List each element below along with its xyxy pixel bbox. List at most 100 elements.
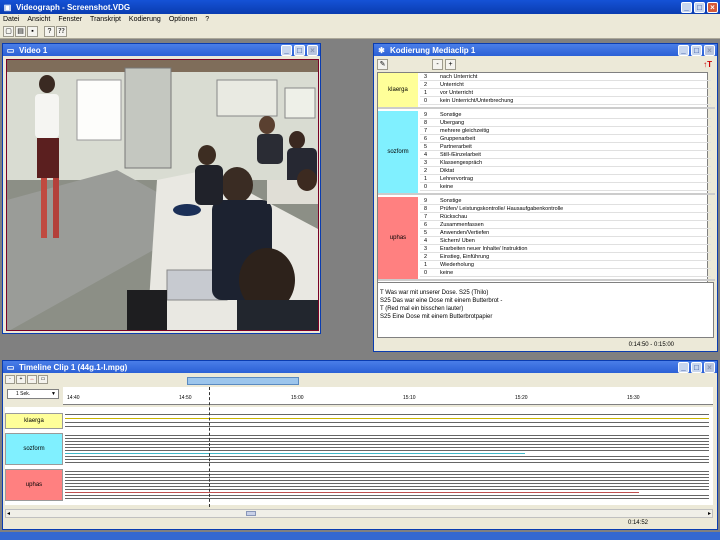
category-label[interactable]: klaerga [378, 73, 418, 107]
timeline-maximize-button[interactable]: □ [691, 361, 702, 373]
whiteboard [76, 79, 122, 141]
teacher-figure [35, 94, 59, 138]
maximize-button[interactable]: □ [694, 1, 705, 13]
zoom-out-button[interactable]: - [5, 375, 15, 384]
code-row[interactable]: 7 Rückschau [420, 213, 711, 221]
category-label[interactable]: sozform [378, 111, 418, 193]
video-window-title: Video 1 [19, 45, 48, 55]
transcript-tool-icon[interactable]: ↑T [703, 60, 714, 69]
code-row[interactable]: 2 Unterricht [420, 81, 711, 89]
code-row[interactable]: 6 Zusammenfassen [420, 221, 711, 229]
video-minimize-button[interactable]: _ [281, 44, 292, 56]
menu-fenster[interactable]: Fenster [58, 16, 82, 23]
tick-label: 14:40 [67, 395, 80, 401]
menu-help[interactable]: ? [205, 16, 209, 23]
category-klaerga: klaerga 3 nach Unterricht 2 Unterricht 1 vo… [378, 73, 715, 109]
door [124, 67, 172, 169]
playhead-cursor[interactable] [209, 387, 210, 507]
coding-window-title: Kodierung Mediaclip 1 [390, 45, 476, 55]
transcript-panel[interactable]: T Was war mit unserer Dose. S25 (Thilo) … [377, 282, 714, 338]
open-folder-icon[interactable]: ▤ [15, 26, 26, 37]
zoom-in-button[interactable]: + [16, 375, 26, 384]
code-row[interactable]: 0 kein Unterricht/Unterbrechung [420, 97, 711, 105]
minimize-button[interactable]: _ [681, 1, 692, 13]
timeline-window-title-bar[interactable]: ▭ Timeline Clip 1 (44g.1-l.mpg) _ □ × [3, 361, 717, 373]
tick-label: 15:10 [403, 395, 416, 401]
code-row[interactable]: 2 Diktat [420, 167, 711, 175]
classroom-video-image [7, 60, 318, 330]
context-help-icon[interactable]: ⁇ [56, 26, 67, 37]
track-label-klaerga[interactable]: klaerga [5, 413, 63, 429]
help-icon[interactable]: ? [44, 26, 55, 37]
code-row[interactable]: 1 vor Unterricht [420, 89, 711, 97]
menu-transkript[interactable]: Transkript [90, 16, 121, 23]
timeline-controls: - + ↔ ▭ [5, 375, 65, 385]
coding-window-title-bar[interactable]: ✱ Kodierung Mediaclip 1 _ □ × [374, 44, 717, 56]
timeline-tracks[interactable]: klaerga sozform uphas [5, 407, 713, 505]
code-row[interactable]: 5 Partnerarbeit [420, 143, 711, 151]
close-button[interactable]: × [707, 1, 718, 13]
code-row[interactable]: 3 Klassengespräch [420, 159, 711, 167]
tick-label: 15:20 [515, 395, 528, 401]
taskbar [0, 532, 720, 540]
tick-label: 14:50 [179, 395, 192, 401]
remove-code-button[interactable]: - [432, 58, 443, 70]
new-file-icon[interactable]: ▢ [3, 26, 14, 37]
coding-minimize-button[interactable]: _ [678, 44, 689, 56]
code-row[interactable]: 3 nach Unterricht [420, 73, 711, 81]
code-row[interactable]: 9 Sonstige [420, 111, 711, 119]
save-icon[interactable]: ▪ [27, 26, 38, 37]
code-row[interactable]: 7 mehrere gleichzeitig [420, 127, 711, 135]
category-sozform: sozform 9 Sonstige 8 Übergang 7 mehrere gle… [378, 111, 715, 195]
menu-kodierung[interactable]: Kodierung [129, 16, 161, 23]
timeline-scale-select[interactable]: 1 Sek. ▼ [7, 389, 59, 399]
coding-toolbar: ✎ - + ↑T [377, 58, 714, 70]
track-label-sozform[interactable]: sozform [5, 433, 63, 465]
timeline-close-button[interactable]: × [704, 361, 715, 373]
scroll-thumb[interactable] [246, 511, 256, 516]
menu-optionen[interactable]: Optionen [169, 16, 197, 23]
play-range-icon[interactable]: ↔ [27, 375, 37, 384]
code-row[interactable]: 0 keine [420, 183, 711, 191]
add-code-button[interactable]: + [445, 58, 456, 70]
coding-maximize-button[interactable]: □ [691, 44, 702, 56]
app-title-bar[interactable]: ▣ Videograph - Screenshot.VDG _ □ × [0, 0, 720, 14]
code-row[interactable]: 3 Erarbeiten neuer Inhalte/ Instruktion [420, 245, 711, 253]
timeline-horizontal-scrollbar[interactable]: ◂ ▸ [5, 509, 713, 518]
code-row[interactable]: 6 Gruppenarbeit [420, 135, 711, 143]
code-row[interactable]: 8 Übergang [420, 119, 711, 127]
coding-window: ✱ Kodierung Mediaclip 1 _ □ × ✎ - + ↑T k… [373, 43, 718, 352]
fit-view-icon[interactable]: ▭ [38, 375, 48, 384]
app-title: Videograph - Screenshot.VDG [16, 2, 131, 12]
timeline-current-time: 0:14:52 [627, 520, 648, 526]
coding-time-range: 0:14:50 - 0:15:00 [628, 342, 674, 348]
scroll-right-icon[interactable]: ▸ [708, 510, 711, 517]
code-row[interactable]: 5 Anwenden/Vertiefen [420, 229, 711, 237]
code-row[interactable]: 4 Sichern/ Üben [420, 237, 711, 245]
code-row[interactable]: 9 Sonstige [420, 197, 711, 205]
dropdown-arrow-icon: ▼ [51, 391, 56, 397]
video-maximize-button[interactable]: □ [294, 44, 305, 56]
pencil-icon[interactable]: ✎ [377, 58, 388, 70]
code-row[interactable]: 2 Einstieg, Einführung [420, 253, 711, 261]
coding-close-button[interactable]: × [704, 44, 715, 56]
video-frame[interactable] [6, 59, 319, 331]
timeline-range-selector[interactable] [187, 377, 299, 385]
timeline-minimize-button[interactable]: _ [678, 361, 689, 373]
video-window-title-bar[interactable]: ▭ Video 1 _ □ × [3, 44, 320, 56]
code-row[interactable]: 8 Prüfen/ Leistungskontrolle/ Hausaufgabe… [420, 205, 711, 213]
tick-label: 15:00 [291, 395, 304, 401]
scroll-left-icon[interactable]: ◂ [7, 510, 10, 517]
code-row[interactable]: 0 keine [420, 269, 711, 277]
code-row[interactable]: 1 Lehrervortrag [420, 175, 711, 183]
menu-ansicht[interactable]: Ansicht [27, 16, 50, 23]
category-uphas: uphas 9 Sonstige 8 Prüfen/ Leistungskontro… [378, 197, 715, 281]
video-close-button[interactable]: × [307, 44, 318, 56]
category-label[interactable]: uphas [378, 197, 418, 279]
track-label-uphas[interactable]: uphas [5, 469, 63, 501]
timeline-ruler[interactable]: 14:40 14:50 15:00 15:10 15:20 15:30 [63, 387, 713, 405]
backpack [127, 290, 167, 330]
code-row[interactable]: 4 Still-/Einzelarbeit [420, 151, 711, 159]
menu-datei[interactable]: Datei [3, 16, 19, 23]
code-row[interactable]: 1 Wiederholung [420, 261, 711, 269]
